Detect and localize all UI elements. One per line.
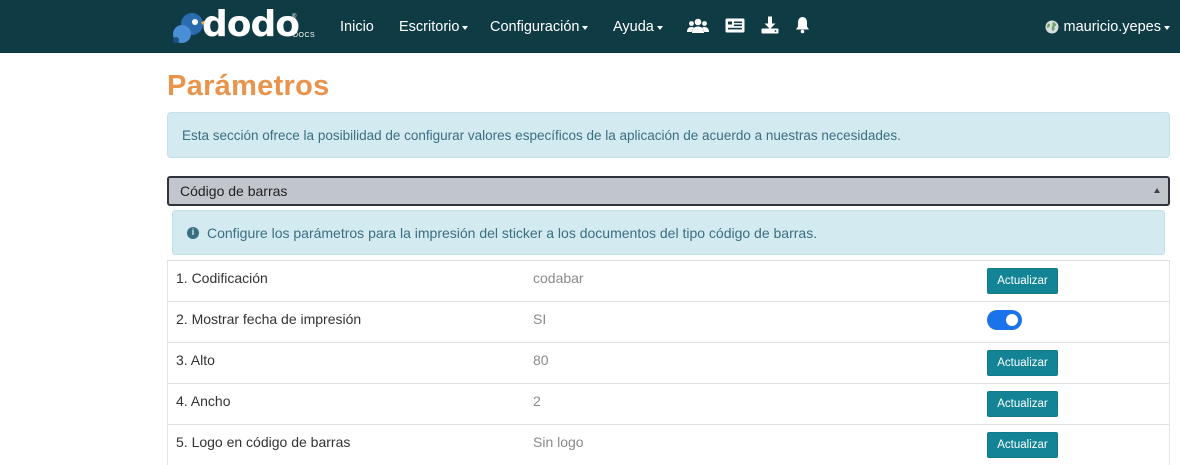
param-label: 4. Ancho xyxy=(176,393,231,409)
page-title: Parámetros xyxy=(167,70,330,102)
barcode-section-header[interactable]: Código de barras xyxy=(167,176,1170,206)
caret-down-icon xyxy=(582,25,589,30)
update-alto-button[interactable]: Actualizar xyxy=(987,350,1058,376)
id-card-icon[interactable] xyxy=(725,18,745,33)
info-icon: i xyxy=(187,226,199,239)
toggle-knob xyxy=(1006,314,1018,326)
param-row-alto: 3. Alto 80 Actualizar xyxy=(168,342,1169,383)
globe-avatar-icon xyxy=(1045,20,1059,33)
nav-menu: Inicio Escritorio Configuración Ayuda xyxy=(0,0,1180,53)
update-logo-button[interactable]: Actualizar xyxy=(987,432,1058,458)
update-codificacion-button[interactable]: Actualizar xyxy=(987,268,1058,294)
nav-item-inicio[interactable]: Inicio xyxy=(340,0,374,53)
param-label: 5. Logo en código de barras xyxy=(176,434,351,450)
caret-down-icon xyxy=(656,25,663,30)
bell-icon[interactable] xyxy=(795,16,810,34)
nav-item-configuracion[interactable]: Configuración xyxy=(490,0,589,53)
param-label: 2. Mostrar fecha de impresión xyxy=(176,311,362,327)
section-title: Código de barras xyxy=(180,183,288,199)
user-menu[interactable]: mauricio.yepes xyxy=(1045,0,1170,53)
parameters-table: 1. Codificación codabar Actualizar 2. Mo… xyxy=(167,260,1170,465)
intro-alert: Esta sección ofrece la posibilidad de co… xyxy=(167,112,1170,158)
nav-item-label: Configuración xyxy=(490,18,580,35)
update-ancho-button[interactable]: Actualizar xyxy=(987,391,1058,417)
param-label: 1. Codificación xyxy=(176,270,268,286)
collapse-caret-icon xyxy=(1154,188,1160,193)
username-label: mauricio.yepes xyxy=(1063,18,1161,35)
caret-down-icon xyxy=(462,25,469,30)
nav-item-label: Escritorio xyxy=(399,18,460,35)
barcode-info-alert: i Configure los parámetros para la impre… xyxy=(172,210,1165,255)
show-print-date-toggle[interactable] xyxy=(987,310,1022,330)
users-icon[interactable] xyxy=(687,18,709,34)
nav-item-label: Ayuda xyxy=(613,18,654,35)
nav-item-label: Inicio xyxy=(340,18,374,35)
param-value: codabar xyxy=(533,270,584,286)
nav-item-ayuda[interactable]: Ayuda xyxy=(613,0,663,53)
top-navbar: dodo ® DOCS Inicio Escritorio Configurac… xyxy=(0,0,1180,53)
caret-down-icon xyxy=(1164,25,1170,30)
download-icon[interactable] xyxy=(761,16,779,34)
param-value: Sin logo xyxy=(533,434,584,450)
param-value: SI xyxy=(533,311,547,327)
param-row-mostrar-fecha: 2. Mostrar fecha de impresión SI xyxy=(168,301,1169,342)
param-row-logo: 5. Logo en código de barras Sin logo Act… xyxy=(168,424,1169,465)
nav-item-escritorio[interactable]: Escritorio xyxy=(399,0,469,53)
intro-alert-text: Esta sección ofrece la posibilidad de co… xyxy=(182,127,901,143)
info-alert-text: Configure los parámetros para la impresi… xyxy=(207,224,818,241)
param-value: 80 xyxy=(533,352,549,368)
param-row-codificacion: 1. Codificación codabar Actualizar xyxy=(168,260,1169,301)
param-label: 3. Alto xyxy=(176,352,215,368)
param-value: 2 xyxy=(533,393,541,409)
param-row-ancho: 4. Ancho 2 Actualizar xyxy=(168,383,1169,424)
